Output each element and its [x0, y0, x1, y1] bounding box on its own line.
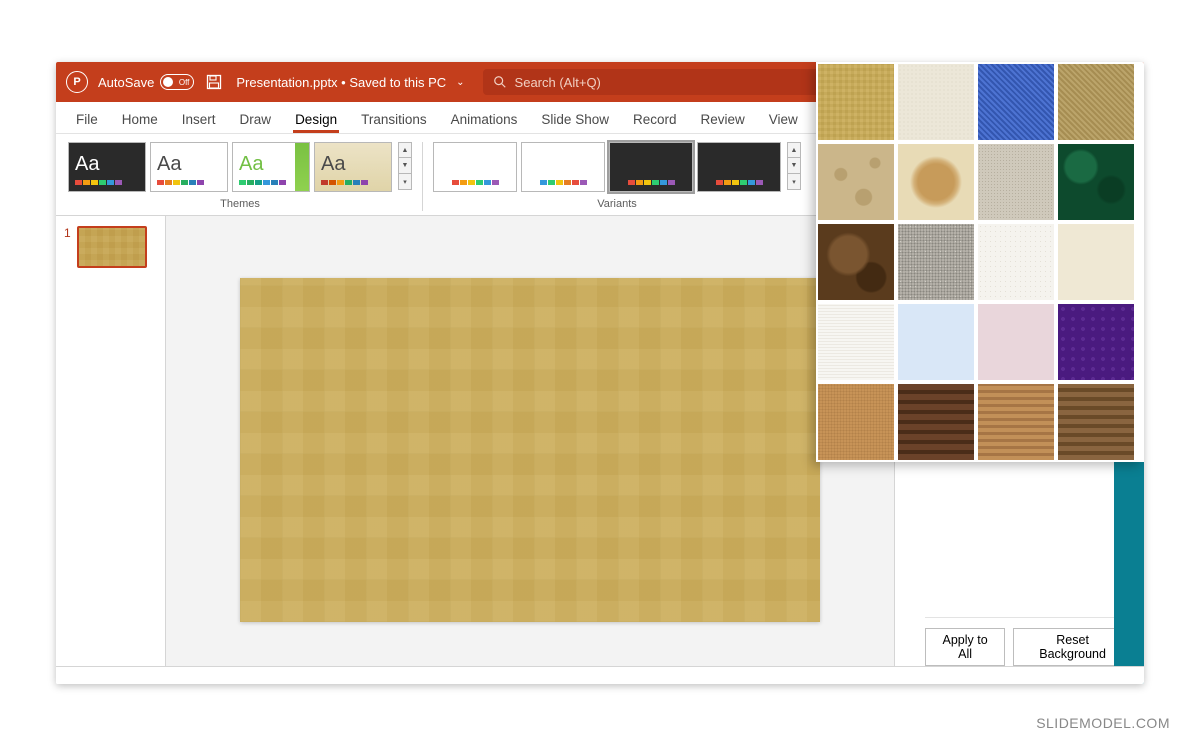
autosave-label: AutoSave — [98, 75, 154, 90]
texture-swatch[interactable] — [898, 384, 974, 460]
theme-thumb[interactable]: Aa — [314, 142, 392, 192]
document-title[interactable]: Presentation.pptx • Saved to this PC — [236, 75, 446, 90]
slide-thumbnail[interactable]: 1 — [64, 226, 157, 268]
texture-swatch[interactable] — [978, 64, 1054, 140]
chevron-down-icon[interactable]: ⌄ — [456, 77, 464, 88]
themes-group: Aa Aa Aa Aa ▲▼▾ Themes — [62, 142, 418, 211]
texture-swatch[interactable] — [898, 64, 974, 140]
texture-swatch[interactable] — [898, 224, 974, 300]
watermark: SLIDEMODEL.COM — [1036, 715, 1170, 731]
variant-thumb[interactable] — [697, 142, 781, 192]
app-window: P AutoSave Off Presentation.pptx • Saved… — [56, 62, 1144, 684]
themes-gallery-scroll[interactable]: ▲▼▾ — [398, 142, 412, 192]
tab-insert[interactable]: Insert — [170, 106, 228, 133]
theme-thumb[interactable]: Aa — [68, 142, 146, 192]
themes-label: Themes — [220, 198, 260, 210]
tab-review[interactable]: Review — [689, 106, 757, 133]
texture-swatch[interactable] — [818, 224, 894, 300]
search-input[interactable]: Search (Alt+Q) — [483, 69, 855, 95]
texture-swatch[interactable] — [1058, 144, 1134, 220]
texture-swatch[interactable] — [818, 384, 894, 460]
texture-gallery-popup — [816, 62, 1144, 462]
texture-swatch[interactable] — [978, 144, 1054, 220]
variant-thumb[interactable] — [521, 142, 605, 192]
theme-thumb[interactable]: Aa — [150, 142, 228, 192]
tab-view[interactable]: View — [757, 106, 810, 133]
texture-swatch[interactable] — [818, 304, 894, 380]
tab-home[interactable]: Home — [110, 106, 170, 133]
tab-record[interactable]: Record — [621, 106, 689, 133]
texture-swatch[interactable] — [978, 304, 1054, 380]
variants-gallery-scroll[interactable]: ▲▼▾ — [787, 142, 801, 192]
status-bar — [56, 666, 1144, 684]
tab-animations[interactable]: Animations — [439, 106, 530, 133]
texture-swatch[interactable] — [898, 144, 974, 220]
save-icon[interactable] — [206, 74, 222, 90]
texture-swatch[interactable] — [818, 64, 894, 140]
texture-swatch[interactable] — [1058, 64, 1134, 140]
tab-slide-show[interactable]: Slide Show — [529, 106, 621, 133]
autosave-toggle[interactable]: Off — [160, 74, 194, 90]
texture-swatch[interactable] — [818, 144, 894, 220]
slide-canvas-area — [166, 216, 894, 684]
tab-transitions[interactable]: Transitions — [349, 106, 439, 133]
texture-swatch[interactable] — [1058, 304, 1134, 380]
tab-draw[interactable]: Draw — [228, 106, 284, 133]
texture-swatch[interactable] — [1058, 384, 1134, 460]
texture-swatch[interactable] — [978, 384, 1054, 460]
slide-thumbnail-preview — [77, 226, 147, 268]
variant-thumb[interactable] — [433, 142, 517, 192]
powerpoint-icon: P — [66, 71, 88, 93]
variant-thumb[interactable] — [609, 142, 693, 192]
ribbon-divider — [422, 142, 423, 211]
texture-swatch[interactable] — [978, 224, 1054, 300]
tab-file[interactable]: File — [64, 106, 110, 133]
texture-swatch[interactable] — [1058, 224, 1134, 300]
texture-swatch[interactable] — [898, 304, 974, 380]
variants-label: Variants — [597, 198, 637, 210]
search-icon — [493, 75, 507, 89]
tab-design[interactable]: Design — [283, 106, 349, 133]
apply-to-all-button[interactable]: Apply to All — [925, 628, 1005, 666]
slide-canvas[interactable] — [240, 278, 820, 622]
variants-group: ▲▼▾ Variants — [427, 142, 807, 211]
theme-thumb[interactable]: Aa — [232, 142, 310, 192]
slide-thumbnail-panel: 1 — [56, 216, 166, 684]
